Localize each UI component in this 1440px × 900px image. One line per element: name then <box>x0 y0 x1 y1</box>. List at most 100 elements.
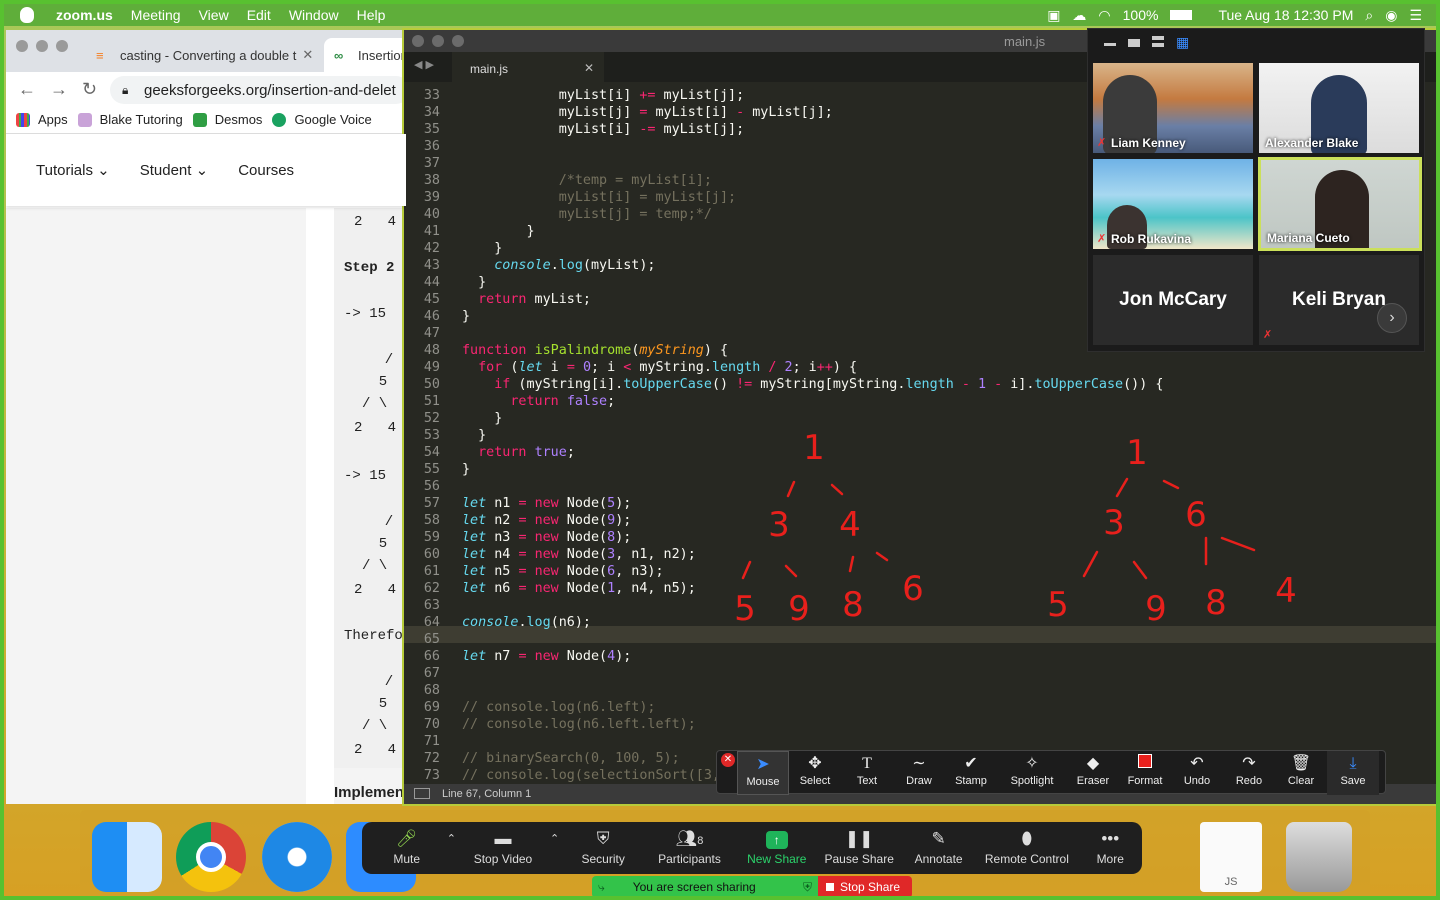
notification-center-icon[interactable]: ☰ <box>1409 7 1422 24</box>
code-line: return myList; <box>478 292 591 307</box>
new-share-button[interactable]: ↑ New Share <box>737 822 816 874</box>
annotate-tool-save[interactable]: ⤓ Save <box>1327 751 1379 795</box>
annotate-tool-format[interactable]: Format <box>1119 751 1171 795</box>
gallery-view-icon[interactable]: ▦ <box>1176 34 1189 51</box>
nav-courses[interactable]: Courses <box>238 162 294 179</box>
code-line: let n7 = new Node(4); <box>462 649 632 664</box>
tab-nav-arrows-icon[interactable]: ◀ ▶ <box>414 58 434 71</box>
annotate-tool-mouse[interactable]: ➤ Mouse <box>737 751 789 795</box>
annotate-tool-text[interactable]: T Text <box>841 751 893 795</box>
editor-tab-label: main.js <box>470 62 509 76</box>
code-line: Therefo <box>344 628 403 644</box>
line-number: 39 <box>423 190 440 205</box>
pause-share-button[interactable]: ❚❚ Pause Share <box>816 822 901 874</box>
annotate-tool-clear[interactable]: 🗑︎ Clear <box>1275 751 1327 795</box>
share-indicator-icon: ⤷ <box>598 879 605 894</box>
wifi-icon[interactable]: ◠ <box>1098 7 1110 24</box>
apple-icon[interactable] <box>20 7 34 23</box>
annotate-tool-spotlight[interactable]: ✧ Spotlight <box>997 751 1067 795</box>
participant-name: Alexander Blake <box>1265 136 1359 150</box>
editor-tab-main-js[interactable]: main.js ✕ <box>452 52 604 82</box>
bookmark-desmos[interactable]: Desmos <box>192 112 262 127</box>
undo-icon: ↶ <box>1190 755 1204 772</box>
muted-mic-icon: ✗ <box>1097 233 1107 245</box>
safari-icon[interactable] <box>262 822 332 892</box>
annotate-button[interactable]: ✎ Annotate <box>902 822 975 874</box>
bookmark-google-voice[interactable]: Google Voice <box>272 112 372 127</box>
bookmark-apps[interactable]: Apps <box>16 112 68 127</box>
minimize-gallery-icon[interactable] <box>1104 43 1116 46</box>
line-number: 45 <box>423 292 440 307</box>
finder-icon[interactable] <box>92 822 162 892</box>
editor-zoom-button[interactable] <box>452 35 464 47</box>
close-window-button[interactable] <box>16 40 28 52</box>
spotlight-search-icon[interactable]: ⌕ <box>1365 7 1373 24</box>
line-number: 70 <box>423 717 440 732</box>
clock[interactable]: Tue Aug 18 12:30 PM <box>1218 7 1353 23</box>
back-icon[interactable]: ← <box>18 79 36 100</box>
audio-options-caret[interactable]: ⌃ <box>441 822 461 874</box>
nav-label: Student <box>139 162 192 179</box>
cloud-icon[interactable]: ☁ <box>1072 7 1086 24</box>
zoom-status-icon[interactable]: ▣ <box>1047 7 1060 24</box>
menu-edit[interactable]: Edit <box>247 7 271 23</box>
close-annotation-icon[interactable]: ✕ <box>721 753 735 767</box>
security-button[interactable]: ⛨ Security <box>564 822 641 874</box>
battery-icon[interactable] <box>1170 10 1193 20</box>
bookmark-blake-tutoring[interactable]: Blake Tutoring <box>77 112 183 127</box>
nav-tutorials[interactable]: Tutorials ⌄ <box>36 161 110 179</box>
zoom-window-button[interactable] <box>56 40 68 52</box>
hide-videos-icon[interactable] <box>1128 39 1140 47</box>
next-page-button[interactable]: › <box>1377 303 1407 333</box>
remote-control-button[interactable]: ⬮ Remote Control <box>975 822 1078 874</box>
annotate-tool-select[interactable]: ✥ Select <box>789 751 841 795</box>
battery-percent: 100% <box>1122 7 1159 23</box>
annotate-tool-undo[interactable]: ↶ Undo <box>1171 751 1223 795</box>
video-tile-mariana-cueto-active-speaker[interactable]: Mariana Cueto <box>1258 157 1422 251</box>
chrome-icon[interactable] <box>176 822 246 892</box>
speaker-view-icon[interactable] <box>1152 36 1164 47</box>
stop-video-button[interactable]: ▬ Stop Video <box>461 822 544 874</box>
more-button[interactable]: ••• More <box>1078 822 1142 874</box>
panel-toggle-icon[interactable] <box>414 788 430 799</box>
close-tab-icon[interactable]: ✕ <box>302 47 313 63</box>
forward-icon[interactable]: → <box>50 79 68 100</box>
participants-button[interactable]: 👥︎8 Participants <box>642 822 737 874</box>
line-number: 71 <box>423 734 440 749</box>
trash-icon[interactable] <box>1286 822 1352 892</box>
sharing-status[interactable]: ⤷ You are screen sharing ⛨ <box>592 876 818 896</box>
reload-icon[interactable]: ↻ <box>82 79 97 100</box>
menu-view[interactable]: View <box>199 7 229 23</box>
video-tile-rob-rukavina[interactable]: ✗ Rob Rukavina <box>1093 159 1253 249</box>
code-line: 2 4 <box>354 582 397 598</box>
menu-app-name[interactable]: zoom.us <box>56 7 113 23</box>
browser-tab-stackoverflow[interactable]: ≡ casting - Converting a double t ✕ <box>86 38 322 72</box>
js-file-icon[interactable]: JS <box>1200 822 1262 892</box>
annotate-tool-redo[interactable]: ↷ Redo <box>1223 751 1275 795</box>
annotate-tool-eraser[interactable]: ◆ Eraser <box>1067 751 1119 795</box>
video-tile-keli-bryan[interactable]: Keli Bryan ✗ › <box>1259 255 1419 345</box>
user-icon[interactable]: ◉ <box>1385 7 1397 24</box>
line-number: 46 <box>423 309 440 324</box>
address-bar[interactable]: 🔒︎ geeksforgeeks.org/insertion-and-delet <box>110 76 406 104</box>
editor-minimize-button[interactable] <box>432 35 444 47</box>
browser-tab-geeksforgeeks[interactable]: ∞ Insertion <box>324 38 406 72</box>
video-tile-alexander-blake[interactable]: Alexander Blake <box>1259 63 1419 153</box>
nav-student[interactable]: Student ⌄ <box>140 161 208 179</box>
shield-icon: ⛨ <box>596 829 610 848</box>
annotate-tool-stamp[interactable]: ✔ Stamp <box>945 751 997 795</box>
menu-meeting[interactable]: Meeting <box>131 7 181 23</box>
mute-button[interactable]: 🎤︎ Mute <box>372 822 441 874</box>
code-line: / <box>368 514 394 530</box>
close-tab-icon[interactable]: ✕ <box>584 61 594 75</box>
video-tile-liam-kenney[interactable]: ✗ Liam Kenney <box>1093 63 1253 153</box>
video-tile-jon-mccary[interactable]: Jon McCary <box>1093 255 1253 345</box>
line-number: 42 <box>423 241 440 256</box>
stop-share-button[interactable]: Stop Share <box>818 876 912 896</box>
menu-window[interactable]: Window <box>289 7 339 23</box>
annotate-tool-draw[interactable]: ∼ Draw <box>893 751 945 795</box>
menu-help[interactable]: Help <box>357 7 386 23</box>
editor-close-button[interactable] <box>412 35 424 47</box>
minimize-window-button[interactable] <box>36 40 48 52</box>
video-options-caret[interactable]: ⌃ <box>545 822 565 874</box>
